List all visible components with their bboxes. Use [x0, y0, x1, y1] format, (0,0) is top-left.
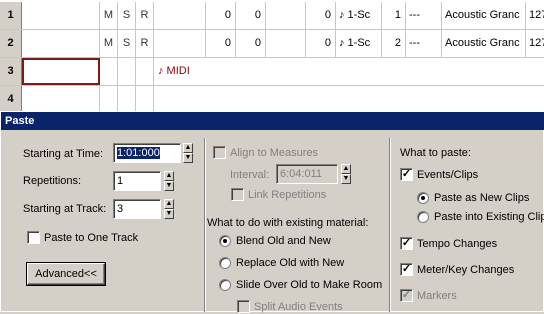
track-row[interactable]: 4: [0, 86, 544, 111]
divider: [389, 138, 391, 312]
track-cell[interactable]: [136, 58, 154, 85]
markers-checkbox[interactable]: ✓: [400, 289, 413, 302]
align-to-measures-label: Align to Measures: [230, 147, 319, 159]
track-cell[interactable]: [118, 86, 136, 111]
spin-down-icon[interactable]: ▼: [164, 181, 174, 191]
track-cell[interactable]: [154, 30, 206, 57]
track-number[interactable]: 2: [0, 30, 22, 57]
events-clips-label: Events/Clips: [417, 169, 479, 181]
track-name-cell[interactable]: [22, 30, 100, 57]
track-name-cell-selected[interactable]: [22, 58, 100, 85]
paste-to-one-track-label: Paste to One Track: [44, 232, 139, 244]
track-source[interactable]: ♪ 1-Sc: [336, 2, 382, 29]
blend-label: Blend Old and New: [236, 235, 331, 247]
markers-label: Markers: [417, 290, 457, 302]
interval-spinner[interactable]: ▲ ▼: [341, 164, 351, 184]
track-channel[interactable]: 2: [382, 30, 406, 57]
starting-at-track-spinner[interactable]: ▲ ▼: [164, 199, 174, 219]
track-value-1[interactable]: 0: [206, 30, 236, 57]
events-clips-checkbox[interactable]: ✓: [400, 168, 413, 181]
track-name-cell[interactable]: [22, 2, 100, 29]
track-value-1[interactable]: 0: [206, 2, 236, 29]
starting-at-time-label: Starting at Time:: [23, 148, 104, 160]
track-value-3[interactable]: 0: [306, 2, 336, 29]
track-number[interactable]: 1: [0, 2, 22, 29]
track-row[interactable]: 2 M S R 0 0 0 ♪ 1-Sc 2 --- Acoustic Gran…: [0, 30, 544, 58]
repetitions-spinner[interactable]: ▲ ▼: [164, 171, 174, 191]
track-value-3[interactable]: 0: [306, 30, 336, 57]
track-cell[interactable]: [266, 30, 306, 57]
track-number[interactable]: 3: [0, 58, 22, 85]
paste-new-clips-label: Paste as New Clips: [434, 192, 530, 204]
track-cell[interactable]: [100, 58, 118, 85]
track-cell[interactable]: [136, 86, 154, 111]
blend-radio[interactable]: [219, 235, 231, 247]
paste-existing-clips-label: Paste into Existing Clips: [434, 211, 544, 223]
split-audio-checkbox[interactable]: [237, 300, 250, 313]
slide-radio[interactable]: [219, 279, 231, 291]
link-repetitions-label: Link Repetitions: [248, 189, 327, 201]
track-number[interactable]: 4: [0, 86, 22, 111]
track-grid: 1 M S R 0 0 0 ♪ 1-Sc 1 --- Acoustic Gran…: [0, 0, 544, 111]
spin-up-icon[interactable]: ▲: [164, 171, 174, 181]
spin-down-icon[interactable]: ▼: [341, 174, 351, 184]
track-source[interactable]: ♪ 1-Sc: [336, 30, 382, 57]
track-type-midi[interactable]: ♪ MIDI: [154, 58, 266, 85]
mute-button[interactable]: M: [100, 2, 118, 29]
track-name-cell[interactable]: [22, 86, 100, 111]
repetitions-input[interactable]: 1: [113, 171, 161, 191]
paste-new-clips-radio[interactable]: [417, 192, 429, 204]
tempo-changes-label: Tempo Changes: [417, 238, 498, 250]
solo-button[interactable]: S: [118, 2, 136, 29]
interval-input[interactable]: 6:04:011: [276, 164, 338, 184]
starting-at-time-spinner[interactable]: ▲ ▼: [183, 143, 193, 163]
solo-button[interactable]: S: [118, 30, 136, 57]
track-bank[interactable]: ---: [406, 2, 442, 29]
track-cell[interactable]: [118, 58, 136, 85]
track-value-2[interactable]: 0: [236, 2, 266, 29]
track-channel[interactable]: 1: [382, 2, 406, 29]
meter-key-label: Meter/Key Changes: [417, 264, 515, 276]
what-to-paste-label: What to paste:: [400, 147, 471, 159]
mute-button[interactable]: M: [100, 30, 118, 57]
spin-up-icon[interactable]: ▲: [183, 143, 193, 153]
track-row[interactable]: 3 ♪ MIDI: [0, 58, 544, 86]
replace-label: Replace Old with New: [236, 257, 345, 269]
track-patch[interactable]: Acoustic Granc: [442, 2, 526, 29]
track-patch[interactable]: Acoustic Granc: [442, 30, 526, 57]
spin-down-icon[interactable]: ▼: [183, 153, 193, 163]
interval-label: Interval:: [230, 169, 270, 181]
starting-at-track-input[interactable]: 3: [113, 199, 161, 219]
repetitions-label: Repetitions:: [23, 175, 82, 187]
paste-existing-clips-radio[interactable]: [417, 211, 429, 223]
track-value-2[interactable]: 0: [236, 30, 266, 57]
advanced-button[interactable]: Advanced<<: [26, 262, 106, 286]
track-bank[interactable]: ---: [406, 30, 442, 57]
spin-up-icon[interactable]: ▲: [164, 199, 174, 209]
slide-label: Slide Over Old to Make Room: [236, 279, 383, 291]
divider: [204, 138, 206, 312]
track-volume[interactable]: 127: [526, 30, 544, 57]
tempo-changes-checkbox[interactable]: ✓: [400, 237, 413, 250]
align-to-measures-checkbox[interactable]: [213, 146, 226, 159]
meter-key-checkbox[interactable]: ✓: [400, 263, 413, 276]
spin-down-icon[interactable]: ▼: [164, 209, 174, 219]
track-cell[interactable]: [154, 2, 206, 29]
record-button[interactable]: R: [136, 30, 154, 57]
track-row[interactable]: 1 M S R 0 0 0 ♪ 1-Sc 1 --- Acoustic Gran…: [0, 2, 544, 30]
track-volume[interactable]: 127: [526, 2, 544, 29]
existing-material-label: What to do with existing material:: [207, 217, 369, 229]
starting-at-time-input[interactable]: 1:01:000: [113, 143, 181, 163]
spin-up-icon[interactable]: ▲: [341, 164, 351, 174]
dialog-title[interactable]: Paste: [1, 112, 544, 130]
record-button[interactable]: R: [136, 2, 154, 29]
paste-dialog: Paste Starting at Time: 1:01:000 ▲ ▼ Repe…: [0, 111, 544, 313]
track-cell[interactable]: [100, 86, 118, 111]
track-cell[interactable]: [266, 2, 306, 29]
replace-radio[interactable]: [219, 257, 231, 269]
paste-to-one-track-checkbox[interactable]: [27, 231, 40, 244]
starting-at-track-label: Starting at Track:: [23, 203, 107, 215]
link-repetitions-checkbox[interactable]: [231, 188, 244, 201]
